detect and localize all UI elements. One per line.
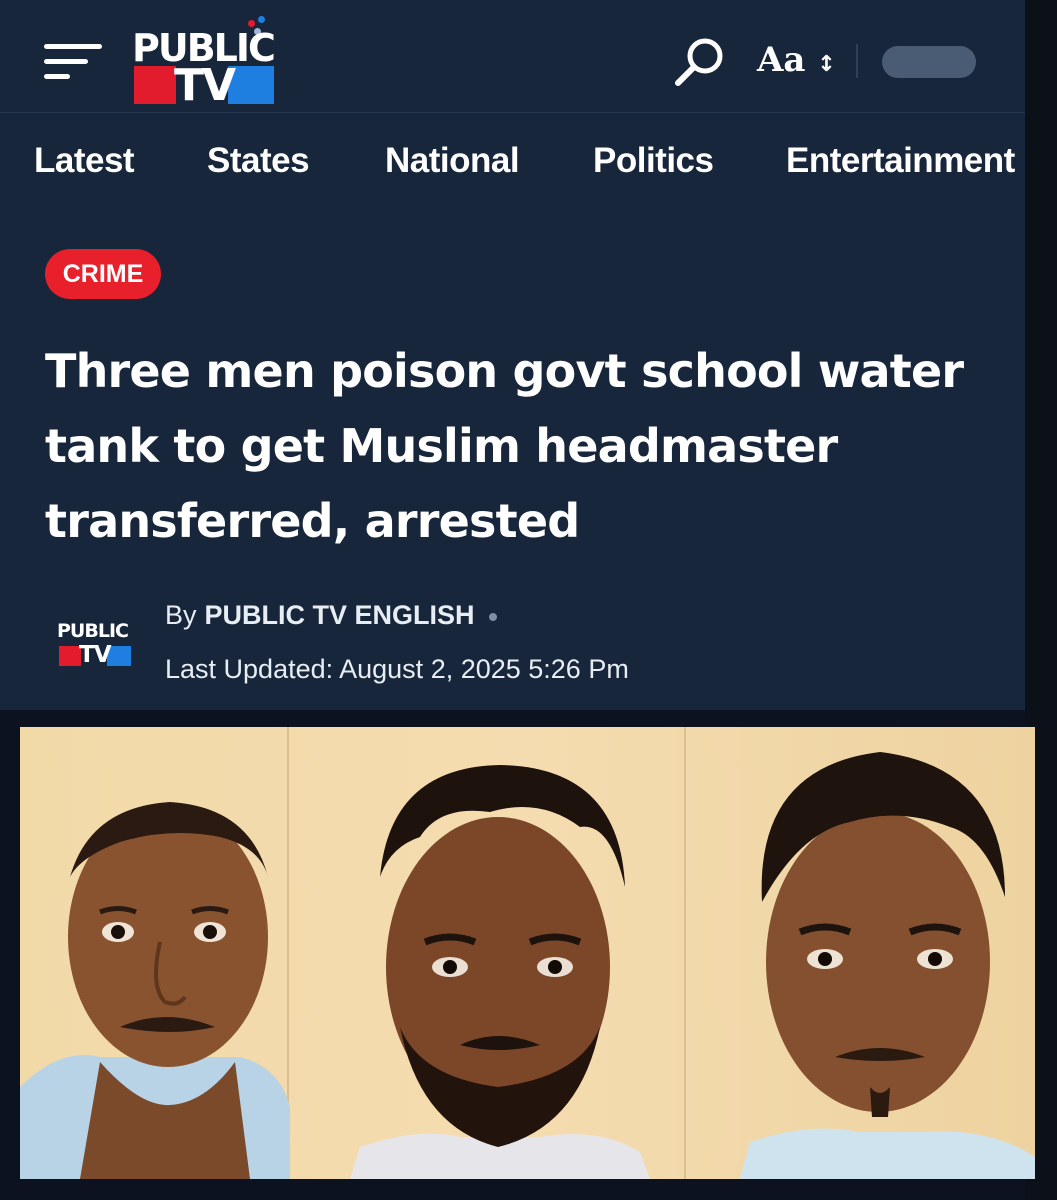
header-divider — [856, 44, 858, 78]
top-bar: PUBLIC TV Aa ↕ — [0, 0, 1025, 113]
byline: By PUBLIC TV ENGLISH — [165, 600, 497, 631]
byline-dot — [488, 612, 497, 621]
author-name[interactable]: PUBLIC TV ENGLISH — [205, 600, 475, 630]
nav-item-national[interactable]: National — [385, 141, 520, 181]
by-label: By — [165, 600, 197, 630]
logo-text-bottom: TV — [174, 60, 236, 111]
article-page: PUBLIC TV Aa ↕ Latest States National Po… — [0, 0, 1025, 710]
nav-item-states[interactable]: States — [207, 141, 310, 181]
author-avatar[interactable]: PUBLIC TV — [55, 620, 135, 668]
search-icon[interactable] — [672, 36, 728, 88]
category-nav: Latest States National Politics Entertai… — [0, 113, 1025, 213]
article-headline: Three men poison govt school water tank … — [45, 344, 964, 548]
font-size-arrow-icon: ↕ — [817, 52, 836, 77]
nav-item-politics[interactable]: Politics — [593, 141, 714, 181]
nav-item-latest[interactable]: Latest — [34, 141, 135, 181]
last-updated: Last Updated: August 2, 2025 5:26 Pm — [165, 654, 629, 684]
menu-icon[interactable] — [44, 42, 104, 82]
font-size-icon[interactable]: Aa ↕ — [757, 40, 836, 80]
article-photo — [20, 727, 1035, 1179]
font-size-label: Aa — [757, 40, 806, 80]
public-tv-logo[interactable]: PUBLIC TV — [130, 16, 278, 111]
theme-toggle[interactable] — [882, 46, 976, 78]
category-badge[interactable]: CRIME — [45, 249, 161, 299]
nav-item-entertainment[interactable]: Entertainment — [786, 141, 1015, 181]
